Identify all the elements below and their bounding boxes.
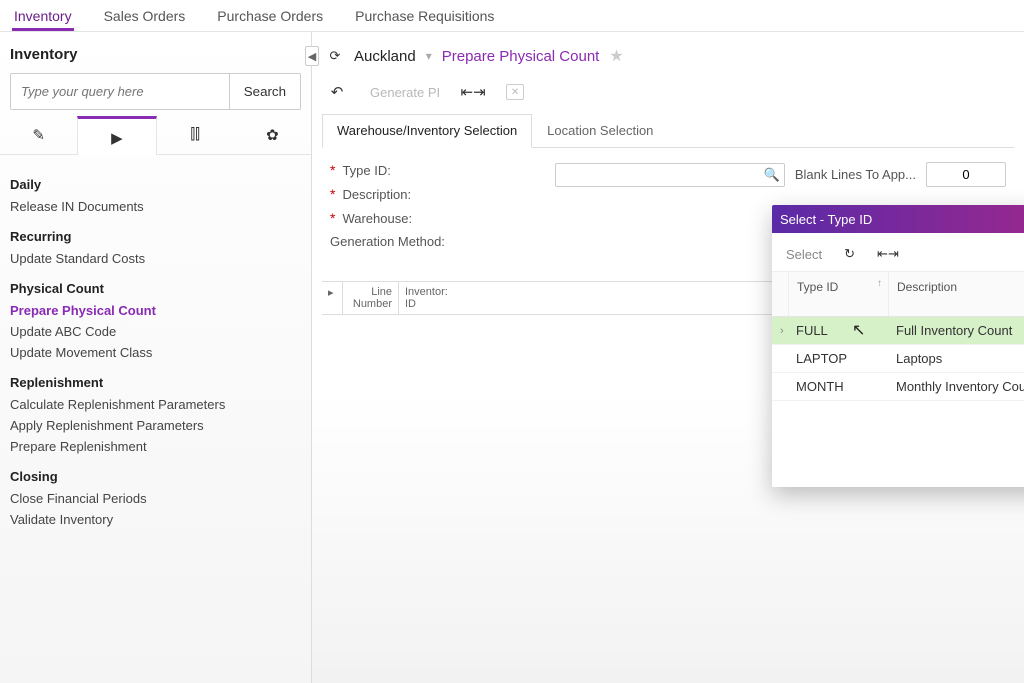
type-id-lookup[interactable]: 🔍	[555, 163, 785, 187]
dialog-refresh-icon[interactable]: ↻	[844, 246, 855, 262]
cell-description: Laptops	[888, 347, 1024, 370]
grid-col-inventory-id: Inventor: ID	[398, 282, 464, 314]
sidebar-item-update-movement-class[interactable]: Update Movement Class	[10, 342, 301, 363]
dialog-toolbar: Select ↻ ⇤⇥ 🔍	[772, 233, 1024, 272]
cell-type-id: MONTH	[788, 375, 888, 398]
grid-col-line-number: Line Number	[342, 282, 398, 314]
blank-lines-label: Blank Lines To App...	[795, 167, 916, 182]
menu-group-recurring: Recurring	[10, 229, 301, 244]
dialog-title: Select - Type ID	[780, 212, 872, 227]
nav-purchase-requisitions[interactable]: Purchase Requisitions	[353, 6, 496, 31]
sidebar-item-release-in-documents[interactable]: Release IN Documents	[10, 196, 301, 217]
blank-lines-input[interactable]	[926, 162, 1006, 187]
field-type-id: *Type ID:	[330, 162, 445, 178]
sidebar-item-prepare-physical-count[interactable]: Prepare Physical Count	[10, 300, 301, 321]
tab-location-selection[interactable]: Location Selection	[532, 114, 668, 147]
dialog-titlebar[interactable]: Select - Type ID ☐ ✕	[772, 205, 1024, 233]
sidebar-menu: Daily Release IN Documents Recurring Upd…	[0, 155, 311, 540]
menu-group-closing: Closing	[10, 469, 301, 484]
table-row[interactable]: MONTH Monthly Inventory Count By Cycle 0	[772, 373, 1024, 401]
sidebar-tab-play-icon[interactable]: ▶	[77, 116, 156, 155]
breadcrumb-screen[interactable]: Prepare Physical Count	[442, 48, 600, 65]
breadcrumb-location[interactable]: Auckland	[354, 48, 416, 65]
row-indicator-icon: ›	[772, 321, 788, 341]
sidebar-item-prepare-replenishment[interactable]: Prepare Replenishment	[10, 436, 301, 457]
cell-type-id: FULL	[788, 319, 888, 342]
sidebar-item-update-abc-code[interactable]: Update ABC Code	[10, 321, 301, 342]
magnifier-icon[interactable]: 🔍	[764, 167, 780, 183]
table-row[interactable]: LAPTOP Laptops By Item Class	[772, 345, 1024, 373]
main-panel: ⟳ Auckland ▾ Prepare Physical Count ★ ↶ …	[312, 32, 1024, 683]
cell-description: Full Inventory Count	[888, 319, 1024, 342]
sidebar-item-close-financial-periods[interactable]: Close Financial Periods	[10, 488, 301, 509]
col-type-id[interactable]: Type ID↑	[789, 272, 889, 316]
grid-expand-icon[interactable]: ▸	[322, 282, 342, 314]
nav-sales-orders[interactable]: Sales Orders	[102, 6, 188, 31]
sidebar-search: Search	[10, 73, 301, 110]
sidebar-collapse-icon[interactable]: ◀	[305, 46, 319, 66]
dialog-fit-icon[interactable]: ⇤⇥	[877, 246, 899, 262]
sidebar-tab-settings-icon[interactable]: ✿	[234, 116, 311, 154]
refresh-icon[interactable]: ⟳	[326, 47, 344, 65]
cell-type-id: LAPTOP	[788, 347, 888, 370]
sidebar-tab-edit-icon[interactable]: ✎	[0, 116, 77, 154]
sidebar-tabs: ✎ ▶ ⫿⫿ ✿	[0, 116, 311, 155]
field-warehouse: *Warehouse:	[330, 210, 445, 226]
col-description[interactable]: Description	[889, 272, 1024, 316]
dialog-pager: ⎸〈 〈 〉 〉⎸	[772, 441, 1024, 487]
breadcrumb: ⟳ Auckland ▾ Prepare Physical Count ★	[312, 32, 1024, 76]
sort-asc-icon: ↑	[877, 278, 882, 289]
field-generation-method: Generation Method:	[330, 234, 445, 249]
sidebar-item-apply-replenishment[interactable]: Apply Replenishment Parameters	[10, 415, 301, 436]
search-input[interactable]	[11, 74, 229, 109]
chevron-icon: ▾	[426, 49, 432, 63]
sidebar-title: Inventory	[10, 46, 301, 63]
tab-warehouse-inventory[interactable]: Warehouse/Inventory Selection	[322, 114, 532, 148]
undo-icon[interactable]: ↶	[326, 81, 348, 103]
search-button[interactable]: Search	[229, 74, 300, 109]
top-nav: Inventory Sales Orders Purchase Orders P…	[0, 0, 1024, 32]
sidebar-item-validate-inventory[interactable]: Validate Inventory	[10, 509, 301, 530]
table-row[interactable]: › FULL Full Inventory Count Full Physica…	[772, 317, 1024, 345]
sidebar-item-calculate-replenishment[interactable]: Calculate Replenishment Parameters	[10, 394, 301, 415]
menu-group-replenishment: Replenishment	[10, 375, 301, 390]
menu-group-daily: Daily	[10, 177, 301, 192]
dialog-grid-body: › FULL Full Inventory Count Full Physica…	[772, 317, 1024, 401]
sidebar: ◀ Inventory Search ✎ ▶ ⫿⫿ ✿ Daily Releas…	[0, 32, 312, 683]
close-icon[interactable]: ✕	[506, 84, 524, 100]
field-description: *Description:	[330, 186, 445, 202]
sidebar-tab-chart-icon[interactable]: ⫿⫿	[157, 116, 234, 154]
type-id-lookup-input[interactable]	[560, 168, 764, 182]
dialog-grid-header: Type ID↑ Description Generation Method L…	[772, 272, 1024, 317]
main-toolbar: ↶ Generate PI ⇤⇥ ✕	[312, 76, 1024, 114]
cell-description: Monthly Inventory Count	[888, 375, 1024, 398]
sidebar-item-update-standard-costs[interactable]: Update Standard Costs	[10, 248, 301, 269]
dialog-select-label: Select	[786, 247, 822, 262]
detail-tabs: Warehouse/Inventory Selection Location S…	[322, 114, 1014, 148]
nav-inventory[interactable]: Inventory	[12, 6, 74, 31]
nav-purchase-orders[interactable]: Purchase Orders	[215, 6, 325, 31]
select-type-id-dialog: Select - Type ID ☐ ✕ Select ↻ ⇤⇥ 🔍 Type …	[772, 205, 1024, 487]
favorite-star-icon[interactable]: ★	[609, 46, 623, 66]
fit-icon[interactable]: ⇤⇥	[462, 81, 484, 103]
generate-pi-button[interactable]: Generate PI	[370, 85, 440, 100]
menu-group-physical-count: Physical Count	[10, 281, 301, 296]
